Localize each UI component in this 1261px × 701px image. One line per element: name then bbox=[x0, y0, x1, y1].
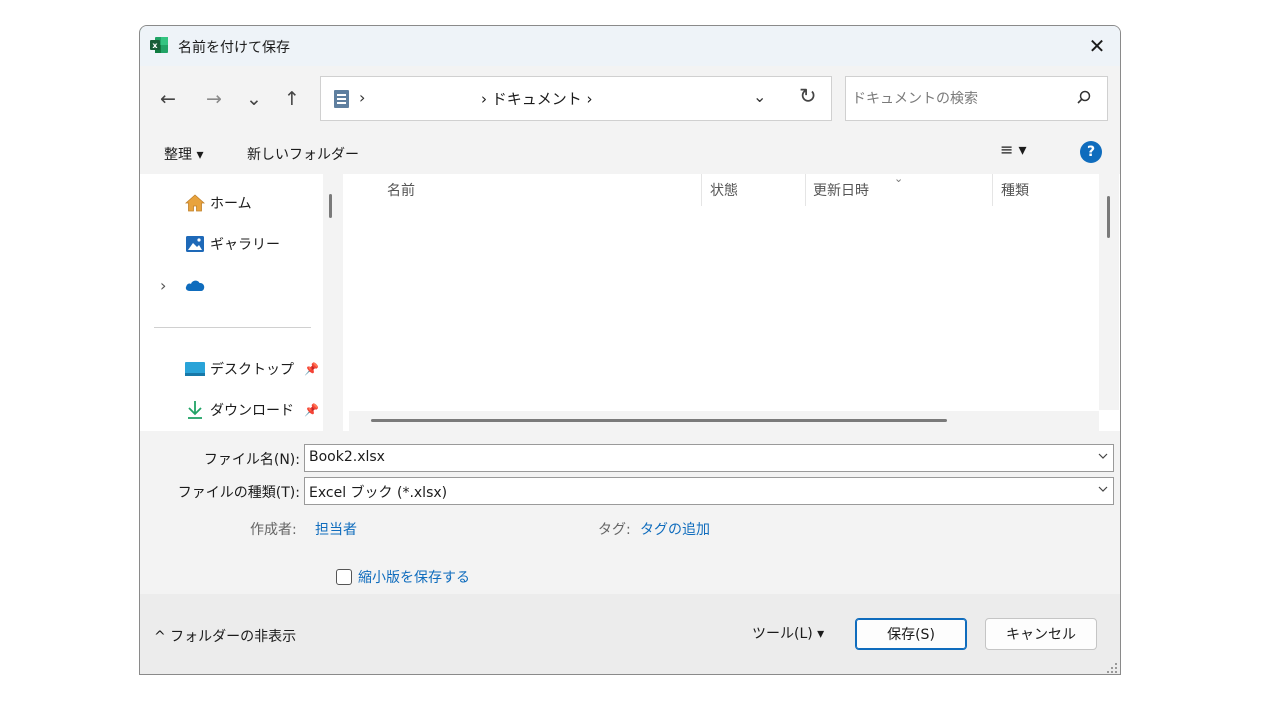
chevron-down-icon: ⌄ bbox=[246, 88, 262, 110]
browser-pane: ホーム ギャラリー › デスクトップ � bbox=[140, 172, 1120, 431]
back-button[interactable]: ← bbox=[154, 85, 182, 113]
arrow-up-icon: ↑ bbox=[284, 88, 300, 110]
arrow-left-icon: ← bbox=[160, 88, 176, 110]
pin-icon[interactable]: 📌 bbox=[304, 362, 319, 376]
organize-menu[interactable]: 整理 ▾ bbox=[164, 144, 203, 164]
svg-text:x: x bbox=[152, 41, 158, 50]
window-title: 名前を付けて保存 bbox=[178, 40, 290, 56]
excel-app-icon: x bbox=[150, 37, 168, 53]
filetype-value: Excel ブック (*.xlsx) bbox=[309, 485, 448, 501]
search-box[interactable] bbox=[845, 76, 1108, 121]
save-thumbnail-checkbox[interactable] bbox=[336, 569, 352, 585]
sort-indicator-icon: ⌄ bbox=[894, 172, 904, 185]
file-list[interactable]: 名前 状態 更新日時 ⌄ 種類 bbox=[343, 172, 1099, 431]
scrollbar-thumb[interactable] bbox=[371, 419, 947, 422]
refresh-icon[interactable]: ↻ bbox=[799, 84, 817, 108]
column-header-type[interactable]: 種類 bbox=[1001, 180, 1029, 200]
documents-icon bbox=[334, 90, 349, 108]
save-options-panel: ファイル名(N): Book2.xlsx ファイルの種類(T): Excel ブ… bbox=[140, 431, 1120, 594]
tags-field[interactable]: タグの追加 bbox=[640, 519, 710, 539]
sidebar-item-downloads[interactable]: ダウンロード bbox=[184, 397, 294, 423]
hide-folders-button[interactable]: ^ フォルダーの非表示 bbox=[154, 626, 296, 646]
help-icon: ? bbox=[1086, 144, 1096, 160]
close-button[interactable]: ✕ bbox=[1074, 26, 1120, 66]
search-icon[interactable] bbox=[1077, 90, 1091, 104]
gallery-icon bbox=[184, 233, 206, 255]
sidebar-item-label: デスクトップ bbox=[210, 362, 294, 378]
cancel-button[interactable]: キャンセル bbox=[985, 618, 1097, 650]
scrollbar-thumb[interactable] bbox=[1107, 196, 1110, 238]
breadcrumb-separator[interactable]: › bbox=[359, 88, 365, 107]
breadcrumb-documents[interactable]: › ドキュメント › bbox=[481, 88, 593, 109]
sidebar-divider bbox=[154, 327, 311, 328]
home-icon bbox=[184, 192, 206, 214]
authors-field[interactable]: 担当者 bbox=[315, 519, 357, 539]
recent-locations-button[interactable]: ⌄ bbox=[240, 85, 268, 113]
save-button[interactable]: 保存(S) bbox=[855, 618, 967, 650]
navigation-scrollbar[interactable] bbox=[323, 174, 343, 431]
sidebar-item-label: ダウンロード bbox=[210, 403, 294, 419]
filename-label: ファイル名(N): bbox=[203, 452, 300, 468]
tags-label: タグ: bbox=[598, 522, 631, 538]
expand-chevron-icon[interactable]: › bbox=[160, 276, 166, 295]
command-bar: 整理 ▾ 新しいフォルダー ≡ ▾ ? bbox=[140, 132, 1120, 174]
column-header-status[interactable]: 状態 bbox=[710, 180, 738, 200]
navigation-pane: ホーム ギャラリー › デスクトップ � bbox=[140, 174, 323, 431]
filetype-label: ファイルの種類(T): bbox=[177, 485, 300, 501]
pin-icon[interactable]: 📌 bbox=[304, 403, 319, 417]
close-icon: ✕ bbox=[1088, 34, 1106, 58]
new-folder-button[interactable]: 新しいフォルダー bbox=[247, 144, 359, 164]
title-bar: x 名前を付けて保存 ✕ bbox=[140, 26, 1120, 66]
search-input[interactable] bbox=[852, 85, 1062, 113]
chevron-down-icon[interactable] bbox=[1098, 484, 1108, 494]
sidebar-item-home[interactable]: ホーム bbox=[184, 190, 252, 216]
authors-label: 作成者: bbox=[250, 522, 297, 538]
address-bar[interactable]: › › ドキュメント › ⌄ ↻ bbox=[320, 76, 832, 121]
resize-grip-icon[interactable] bbox=[1106, 662, 1118, 674]
sidebar-item-label: ギャラリー bbox=[210, 237, 280, 253]
sidebar-item-desktop[interactable]: デスクトップ bbox=[184, 356, 294, 382]
download-icon bbox=[184, 399, 206, 421]
cancel-button-label: キャンセル bbox=[1006, 627, 1076, 643]
tools-menu[interactable]: ツール(L) ▾ bbox=[752, 623, 824, 643]
filename-combobox[interactable]: Book2.xlsx bbox=[304, 444, 1114, 472]
onedrive-cloud-icon bbox=[184, 274, 206, 296]
vertical-scrollbar[interactable] bbox=[1099, 174, 1119, 410]
filetype-select[interactable]: Excel ブック (*.xlsx) bbox=[304, 477, 1114, 505]
save-thumbnail-label[interactable]: 縮小版を保存する bbox=[358, 567, 470, 587]
save-as-dialog: x 名前を付けて保存 ✕ ← → ⌄ ↑ › › ドキュメント › ⌄ ↻ ドキ… bbox=[139, 25, 1121, 675]
column-header-date-modified[interactable]: 更新日時 bbox=[813, 180, 869, 200]
help-button[interactable]: ? bbox=[1080, 141, 1102, 163]
filename-input[interactable]: Book2.xlsx bbox=[309, 449, 385, 465]
sidebar-item-gallery[interactable]: ギャラリー bbox=[184, 231, 280, 257]
column-header-name[interactable]: 名前 bbox=[387, 180, 415, 200]
horizontal-scrollbar[interactable] bbox=[349, 411, 1099, 431]
up-button[interactable]: ↑ bbox=[278, 85, 306, 113]
dialog-footer: ^ フォルダーの非表示 ツール(L) ▾ 保存(S) キャンセル bbox=[140, 594, 1120, 674]
sidebar-item-label: ホーム bbox=[210, 196, 252, 212]
sidebar-item-onedrive[interactable] bbox=[184, 272, 210, 298]
arrow-right-icon: → bbox=[206, 88, 222, 110]
desktop-folder-icon bbox=[184, 358, 206, 380]
scrollbar-thumb[interactable] bbox=[329, 194, 332, 218]
column-divider[interactable] bbox=[701, 174, 702, 206]
navigation-bar: ← → ⌄ ↑ › › ドキュメント › ⌄ ↻ bbox=[140, 66, 1120, 132]
column-divider[interactable] bbox=[805, 174, 806, 206]
view-options-button[interactable]: ≡ ▾ bbox=[1000, 140, 1046, 166]
column-divider[interactable] bbox=[992, 174, 993, 206]
forward-button[interactable]: → bbox=[200, 85, 228, 113]
chevron-down-icon[interactable] bbox=[1098, 451, 1108, 461]
save-button-label: 保存(S) bbox=[887, 627, 935, 643]
address-dropdown-icon[interactable]: ⌄ bbox=[753, 87, 766, 106]
